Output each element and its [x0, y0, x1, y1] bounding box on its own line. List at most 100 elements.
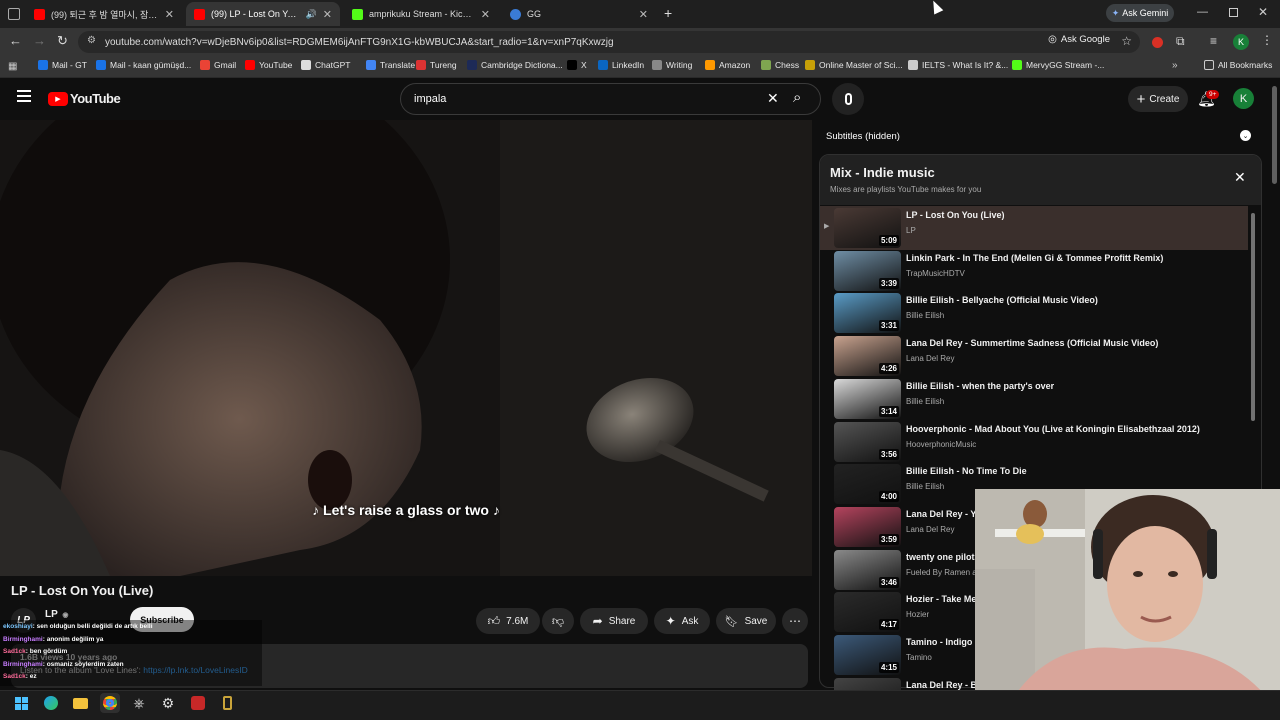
bookmark-item[interactable]: Translate — [366, 60, 415, 70]
ask-label: Ask — [681, 615, 699, 627]
youtube-logo[interactable]: ▶ YouTube — [48, 91, 121, 106]
plush-toy — [1016, 524, 1044, 544]
playlist-thumbnail[interactable]: 3:39 — [834, 250, 901, 291]
create-button[interactable]: + Create — [1128, 86, 1188, 112]
close-playlist-icon[interactable]: ✕ — [1234, 169, 1246, 186]
file-explorer-icon[interactable] — [70, 693, 90, 713]
playlist-item-channel: HooverphonicMusic — [906, 439, 977, 449]
playlist-thumbnail[interactable]: 3:31 — [834, 293, 901, 334]
bookmark-item[interactable]: Gmail — [200, 60, 236, 70]
close-tab-icon[interactable]: ✕ — [481, 8, 490, 21]
site-info-icon[interactable]: ⚙ — [87, 35, 96, 46]
share-button[interactable]: ➦ Share — [580, 608, 648, 634]
close-window-button[interactable]: ✕ — [1258, 5, 1268, 19]
reload-icon[interactable]: ↻ — [57, 33, 68, 49]
playlist-thumbnail[interactable]: 3:46 — [834, 549, 901, 590]
more-actions-button[interactable]: ⋯ — [782, 608, 808, 634]
apps-grid-icon[interactable]: ▦ — [8, 61, 17, 72]
playlist-item[interactable]: 4:26 Lana Del Rey - Summertime Sadness (O… — [834, 336, 1252, 377]
app-icon[interactable] — [217, 693, 237, 713]
playlist-thumbnail[interactable]: 3:14 — [834, 378, 901, 419]
chatgpt-icon[interactable]: ⎈ — [129, 693, 149, 713]
playlist-item[interactable]: 3:31 Billie Eilish - Bellyache (Official … — [834, 293, 1252, 334]
playlist-thumbnail[interactable]: 4:17 — [834, 592, 901, 633]
close-tab-icon[interactable]: ✕ — [323, 8, 332, 21]
bookmark-item[interactable]: Online Master of Sci... — [805, 60, 903, 70]
new-tab-button[interactable]: + — [664, 5, 672, 21]
clear-search-icon[interactable]: ✕ — [767, 90, 779, 107]
tab-title: (99) LP - Lost On You (Live) — [211, 9, 300, 19]
bookmarks-overflow-icon[interactable]: » — [1172, 60, 1178, 71]
edge-icon[interactable] — [41, 693, 61, 713]
playlist-thumbnail[interactable]: 3:56 — [834, 421, 901, 462]
speaker-icon[interactable]: 🔊 — [306, 9, 317, 20]
bookmark-item[interactable]: IELTS - What Is It? &... — [908, 60, 1008, 70]
duration-badge: 3:46 — [878, 576, 899, 588]
tab-2[interactable]: (99) LP - Lost On You (Live) 🔊 ✕ — [186, 2, 340, 26]
close-tab-icon[interactable]: ✕ — [639, 8, 648, 21]
tab-3[interactable]: amprikuku Stream - Kick Dashb ✕ — [344, 2, 498, 26]
ask-gemini-button[interactable]: ✦ Ask Gemini — [1106, 4, 1174, 22]
playlist-thumbnail[interactable]: 4:00 — [834, 464, 901, 505]
bookmark-item[interactable]: Mail - GT — [38, 60, 87, 70]
dislike-button[interactable]: 👎︎ — [542, 608, 574, 634]
bookmark-item[interactable]: YouTube — [245, 60, 292, 70]
ask-google-button[interactable]: ◎ Ask Google — [1048, 34, 1110, 45]
bookmark-item[interactable]: Cambridge Dictiona... — [467, 60, 563, 70]
extension-red-icon[interactable] — [1152, 37, 1163, 48]
address-bar[interactable]: ⚙ youtube.com/watch?v=wDjeBNv6ip0&list=R… — [78, 31, 1140, 53]
playlist-thumbnail[interactable]: 3:59 — [834, 506, 901, 547]
steam-icon[interactable]: ⚙ — [158, 693, 178, 713]
hamburger-menu-icon[interactable] — [17, 90, 31, 102]
duration-badge: 3:56 — [878, 448, 899, 460]
bookmark-star-icon[interactable]: ☆ — [1121, 34, 1132, 48]
search-input[interactable]: impala ✕ ⌕ — [400, 83, 821, 115]
playlist-item[interactable]: 3:56 Hooverphonic - Mad About You (Live a… — [834, 421, 1252, 462]
extensions-puzzle-icon[interactable]: ⧉ — [1176, 34, 1185, 49]
page-scrollbar[interactable] — [1272, 86, 1277, 184]
bookmark-label: Tureng — [430, 60, 457, 70]
maximize-button[interactable] — [1229, 8, 1238, 17]
channel-name[interactable]: LP ◉ — [45, 609, 69, 620]
bookmark-item[interactable]: Chess — [761, 60, 799, 70]
bookmark-item[interactable]: Mail - kaan gümüşd... — [96, 60, 191, 70]
bookmark-item[interactable]: LinkedIn — [598, 60, 644, 70]
playlist-thumbnail[interactable]: 4:15 — [834, 635, 901, 675]
bookmark-item[interactable]: ChatGPT — [301, 60, 350, 70]
red-app-icon[interactable] — [188, 693, 208, 713]
playlist-item-title: Hooverphonic - Mad About You (Live at Ko… — [906, 423, 1200, 434]
subtitles-expand-icon[interactable]: ⌄ — [1240, 130, 1251, 141]
voice-search-button[interactable] — [832, 83, 864, 115]
close-tab-icon[interactable]: ✕ — [165, 8, 174, 21]
user-avatar[interactable]: K — [1233, 88, 1254, 109]
playlist-item[interactable]: 3:39 Linkin Park - In The End (Mellen Gi … — [834, 250, 1252, 291]
playlist-item[interactable]: 3:14 Billie Eilish - when the party's ove… — [834, 378, 1252, 419]
bookmark-item[interactable]: X — [567, 60, 587, 70]
save-button[interactable]: 🔖︎ Save — [716, 608, 776, 634]
back-arrow-icon[interactable]: ← — [9, 33, 22, 48]
tab-4[interactable]: GG ✕ — [502, 2, 656, 26]
playlist-item[interactable]: 5:09 LP - Lost On You (Live) LP — [834, 208, 1252, 248]
tab-1[interactable]: (99) 퇴근 후 밤 열마시, 잠들기 ✕ — [26, 2, 182, 26]
tab-list-icon[interactable] — [8, 8, 20, 20]
ask-button[interactable]: ✦ Ask — [654, 608, 710, 634]
bookmark-item[interactable]: Amazon — [705, 60, 750, 70]
profile-avatar[interactable]: K — [1233, 34, 1249, 50]
bookmark-item[interactable]: Writing — [652, 60, 692, 70]
singer-mouth — [308, 450, 352, 510]
search-icon[interactable]: ⌕ — [793, 89, 801, 106]
video-player[interactable]: ♪ Let's raise a glass or two ♪ — [0, 120, 812, 576]
like-button[interactable]: 👍︎ 7.6M — [476, 608, 540, 634]
bookmark-item[interactable]: MervyGG Stream -... — [1012, 60, 1104, 70]
playlist-thumbnail[interactable]: 4:26 — [834, 336, 901, 377]
windows-start-icon[interactable] — [11, 693, 31, 713]
media-control-icon[interactable]: ≡ — [1210, 34, 1217, 48]
forward-arrow-icon[interactable]: → — [33, 33, 46, 48]
all-bookmarks-folder[interactable]: All Bookmarks — [1204, 60, 1272, 70]
bookmark-item[interactable]: Tureng — [416, 60, 457, 70]
playlist-thumbnail[interactable]: 5:09 — [834, 208, 901, 248]
user-avatar-letter: K — [1239, 92, 1248, 105]
browser-menu-icon[interactable]: ⋮ — [1261, 33, 1273, 47]
chrome-icon[interactable] — [100, 693, 120, 713]
minimize-button[interactable]: — — [1197, 6, 1208, 18]
